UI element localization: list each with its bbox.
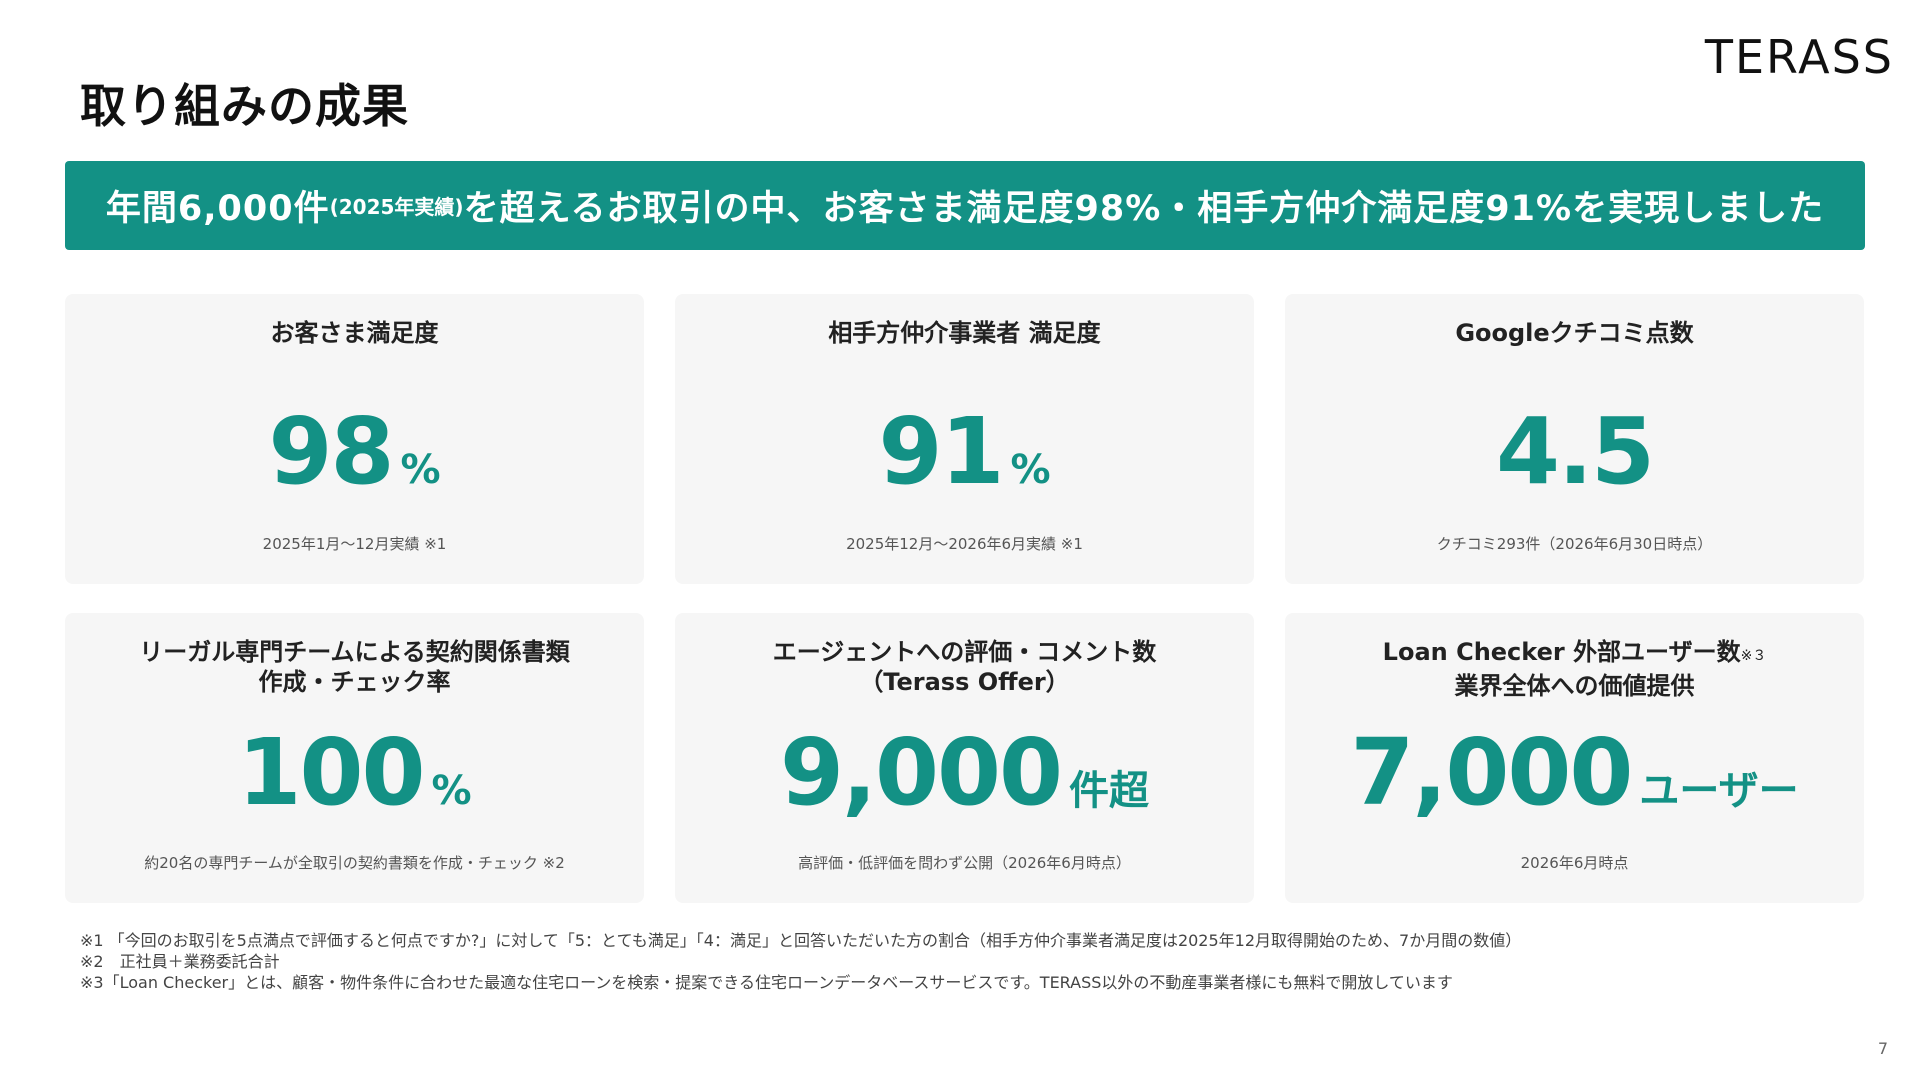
metric-card-google-review: Googleクチコミ点数 4.5 クチコミ293件（2026年6月30日時点） (1285, 294, 1864, 584)
card-note: 2025年1月〜12月実績 ※1 (262, 535, 447, 553)
card-title: Loan Checker 外部ユーザー数※３ 業界全体への価値提供 (1285, 637, 1864, 701)
metric-card-legal-check: リーガル専門チームによる契約関係書類 作成・チェック率 100% 約20名の専門… (65, 613, 644, 903)
card-title: Googleクチコミ点数 (1285, 318, 1864, 348)
page-number: 7 (1877, 1039, 1888, 1058)
metric: 100% (65, 725, 644, 821)
card-title-line2: 業界全体への価値提供 (1454, 672, 1695, 700)
metric: 9,000 件超 (675, 725, 1254, 821)
metric-unit: % (1010, 447, 1051, 493)
metric-value: 91 (878, 398, 1004, 505)
banner-text-2: を超えるお取引の中、お客さま満足度98%・相手方仲介満足度91%を実現しました (463, 189, 1825, 229)
metric-card-agent-reviews: エージェントへの評価・コメント数 （Terass Offer） 9,000 件超 … (675, 613, 1254, 903)
footnote-3: ※3「Loan Checker」とは、顧客・物件条件に合わせた最適な住宅ローンを… (80, 973, 1453, 992)
card-title: エージェントへの評価・コメント数 （Terass Offer） (675, 637, 1254, 697)
headline-banner: 年間6,000件 (2025年実績) を超えるお取引の中、お客さま満足度98%・相手… (65, 161, 1865, 250)
metric-unit: % (400, 447, 441, 493)
metric: 7,000 ユーザー (1285, 725, 1864, 821)
card-title: お客さま満足度 (65, 318, 644, 348)
card-title-line1: Loan Checker 外部ユーザー数 (1382, 638, 1741, 666)
banner-text-1: 年間6,000件 (105, 189, 330, 229)
card-title-line1: リーガル専門チームによる契約関係書類 (139, 638, 570, 666)
card-note: 2025年12月〜2026年6月実績 ※1 (846, 535, 1083, 553)
metric-card-loan-checker: Loan Checker 外部ユーザー数※３ 業界全体への価値提供 7,000 ユ… (1285, 613, 1864, 903)
metric-card-customer-satisfaction: お客さま満足度 98% 2025年1月〜12月実績 ※1 (65, 294, 644, 584)
slide: TERASS 取り組みの成果 年間6,000件 (2025年実績) を超えるお取引の… (0, 0, 1920, 1080)
metric-unit: ユーザー (1639, 768, 1799, 814)
footnote-1: ※1 「今回のお取引を5点満点で評価すると何点ですか?」に対して「5：とても満足… (80, 931, 1522, 950)
card-note: クチコミ293件（2026年6月30日時点） (1436, 535, 1713, 553)
card-title-line2: 作成・チェック率 (258, 668, 451, 696)
metric-value: 7,000 (1350, 719, 1633, 826)
metric-unit: % (431, 768, 472, 814)
metric-value: 9,000 (779, 719, 1063, 826)
card-title-line1: エージェントへの評価・コメント数 (772, 638, 1157, 666)
card-title: リーガル専門チームによる契約関係書類 作成・チェック率 (65, 637, 644, 697)
metric-value: 100 (237, 719, 425, 826)
metrics-grid: お客さま満足度 98% 2025年1月〜12月実績 ※1 相手方仲介事業者 満足… (65, 294, 1865, 903)
banner-text-small: (2025年実績) (329, 195, 464, 219)
metric-unit: 件超 (1069, 768, 1149, 814)
card-title-line2: （Terass Offer） (859, 668, 1070, 696)
metric-value: 98 (268, 398, 394, 505)
terass-logo: TERASS (1704, 30, 1894, 84)
metric-value: 4.5 (1496, 398, 1655, 505)
card-title-text: 相手方仲介事業者 満足度 (828, 319, 1101, 347)
card-title-text: お客さま満足度 (270, 319, 439, 347)
card-note: 2026年6月時点 (1520, 854, 1629, 872)
metric: 91% (675, 404, 1254, 500)
page-title: 取り組みの成果 (80, 79, 409, 133)
metric-card-agent-satisfaction: 相手方仲介事業者 満足度 91% 2025年12月〜2026年6月実績 ※1 (675, 294, 1254, 584)
metric: 4.5 (1285, 404, 1864, 500)
metric: 98% (65, 404, 644, 500)
card-title-footnote-mark: ※３ (1740, 648, 1767, 664)
card-title-text: Googleクチコミ点数 (1455, 319, 1694, 347)
card-note: 約20名の専門チームが全取引の契約書類を作成・チェック ※2 (144, 854, 565, 872)
card-title: 相手方仲介事業者 満足度 (675, 318, 1254, 348)
footnote-2: ※2 正社員＋業務委託合計 (80, 952, 280, 971)
footnotes: ※1 「今回のお取引を5点満点で評価すると何点ですか?」に対して「5：とても満足… (80, 930, 1521, 993)
card-note: 高評価・低評価を問わず公開（2026年6月時点） (798, 854, 1131, 872)
